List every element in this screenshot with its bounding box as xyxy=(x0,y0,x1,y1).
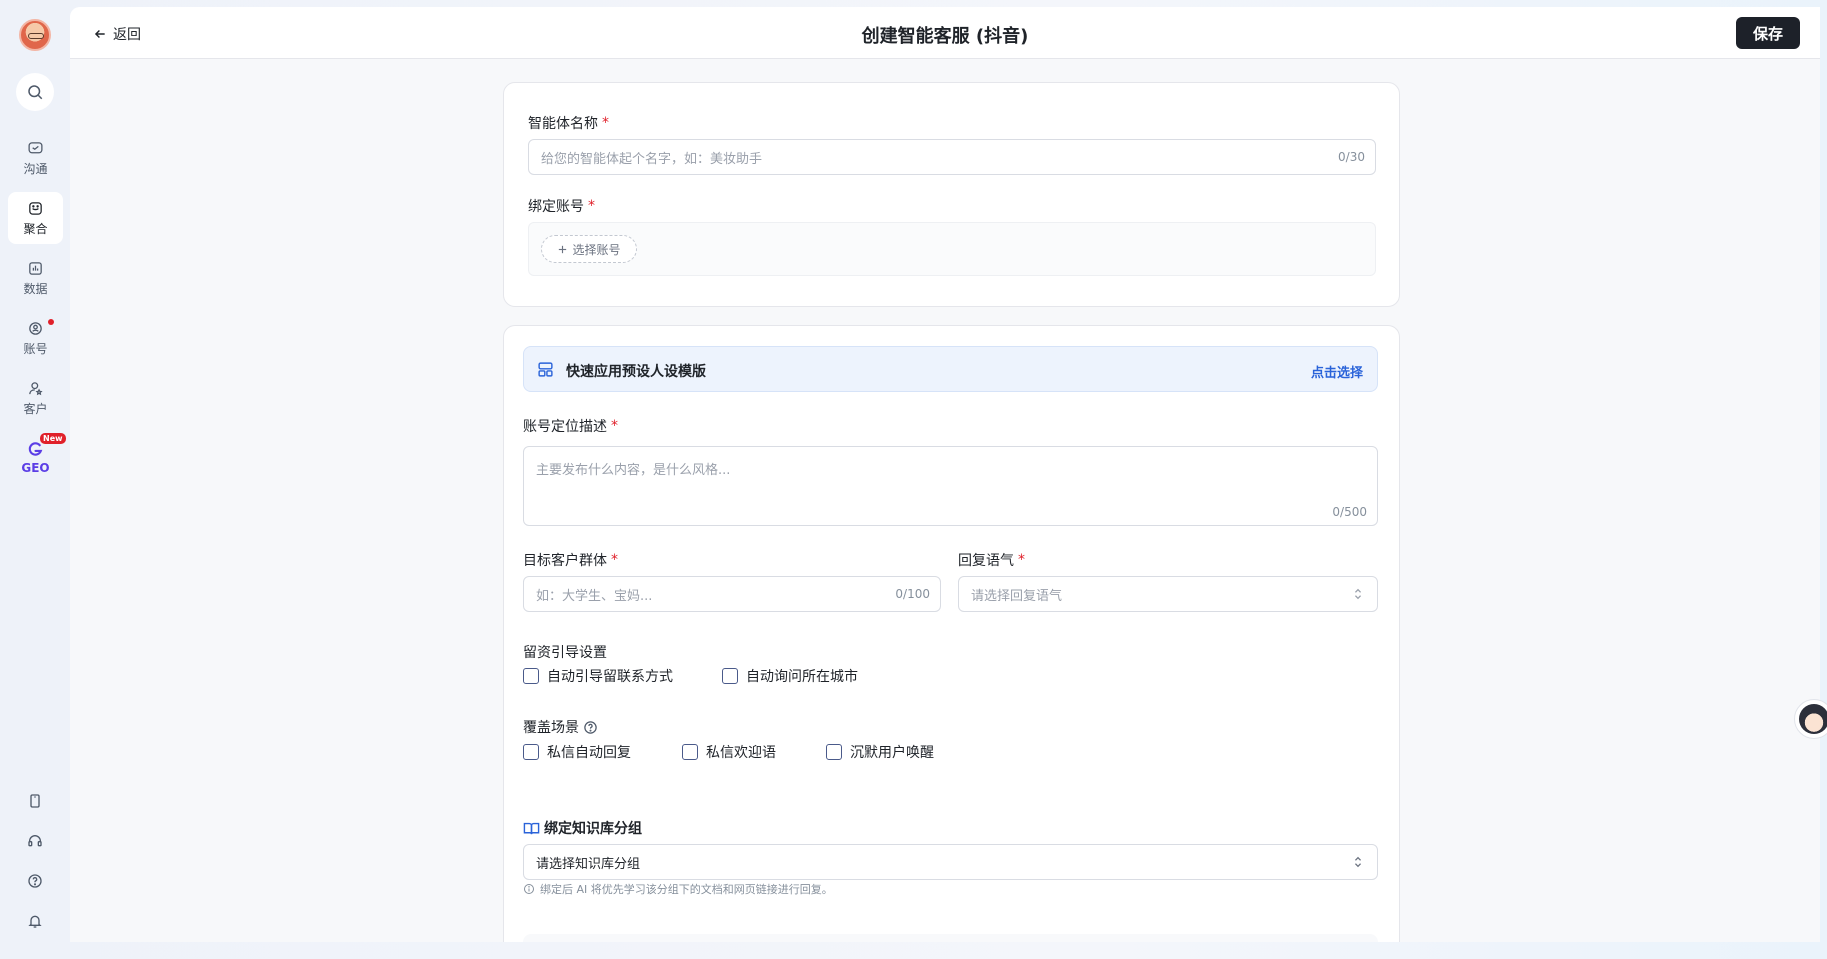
sidebar: 沟通 聚合 数据 账号 客户 New GEO xyxy=(0,0,70,959)
checkbox[interactable] xyxy=(826,744,842,760)
book-open-icon xyxy=(523,822,540,834)
bell-icon xyxy=(28,915,42,928)
sidebar-item-account[interactable]: 账号 xyxy=(8,312,63,364)
new-badge: New xyxy=(40,433,66,444)
sidebar-item-customer[interactable]: 客户 xyxy=(8,372,63,424)
checkbox[interactable] xyxy=(523,744,539,760)
user-avatar[interactable] xyxy=(19,19,51,51)
customer-icon xyxy=(29,381,43,395)
account-icon xyxy=(29,321,42,335)
persona-card: 快速应用预设人设模版 点击选择 账号定位描述 * 主要发布什么内容，是什么风格..… xyxy=(503,325,1400,942)
scenes-label: 覆盖场景 xyxy=(523,717,598,737)
positioning-counter: 0/500 xyxy=(1332,505,1367,519)
layout-template-icon xyxy=(538,362,553,377)
sidebar-item-geo[interactable]: New GEO xyxy=(8,432,66,484)
service-button[interactable] xyxy=(23,829,47,853)
scene-option-dm-reply[interactable]: 私信自动回复 xyxy=(523,742,631,762)
save-button[interactable]: 保存 xyxy=(1736,17,1800,49)
knowledge-label: 绑定知识库分组 xyxy=(523,818,642,838)
lead-option-contact[interactable]: 自动引导留联系方式 xyxy=(523,666,673,686)
knowledge-select[interactable]: 请选择知识库分组 xyxy=(523,844,1378,880)
agent-name-input[interactable]: 给您的智能体起个名字，如：美妆助手 0/30 xyxy=(528,139,1376,175)
agent-name-label: 智能体名称 * xyxy=(528,115,609,132)
phone-button[interactable] xyxy=(23,789,47,813)
template-title: 快速应用预设人设模版 xyxy=(566,364,706,380)
geo-logo-icon xyxy=(28,442,43,456)
sidebar-item-chat[interactable]: 沟通 xyxy=(8,132,63,184)
checkbox[interactable] xyxy=(682,744,698,760)
lead-label: 留资引导设置 xyxy=(523,645,607,661)
chat-icon xyxy=(28,141,43,153)
chart-icon xyxy=(29,261,42,275)
target-group-input[interactable]: 如：大学生、宝妈... 0/100 xyxy=(523,576,941,612)
scene-option-welcome[interactable]: 私信欢迎语 xyxy=(682,742,776,762)
target-group-counter: 0/100 xyxy=(895,587,930,601)
help-button[interactable] xyxy=(23,869,47,893)
plus-icon xyxy=(559,245,567,253)
bind-account-label: 绑定账号 * xyxy=(528,198,595,215)
sidebar-item-aggregate[interactable]: 聚合 xyxy=(8,192,63,244)
lead-option-city[interactable]: 自动询问所在城市 xyxy=(722,666,858,686)
search-button[interactable] xyxy=(16,73,54,111)
chevron-up-down-icon xyxy=(1354,856,1362,868)
floating-assistant-button[interactable] xyxy=(1794,699,1827,739)
basic-info-card: 智能体名称 * 给您的智能体起个名字，如：美妆助手 0/30 绑定账号 * 选择账号 xyxy=(503,82,1400,307)
assistant-avatar xyxy=(1799,704,1827,734)
target-group-label: 目标客户群体 * xyxy=(523,552,618,569)
checkbox[interactable] xyxy=(722,668,738,684)
sidebar-item-label: GEO xyxy=(21,461,50,475)
chevron-up-down-icon xyxy=(1354,588,1362,600)
top-bar: 返回 创建智能客服 (抖音) 保存 xyxy=(70,7,1820,59)
account-box: 选择账号 xyxy=(528,222,1376,276)
positioning-textarea[interactable]: 主要发布什么内容，是什么风格... 0/500 xyxy=(523,446,1378,526)
phone-icon xyxy=(30,794,40,808)
knowledge-hint: 绑定后 AI 将优先学习该分组下的文档和网页链接进行回复。 xyxy=(523,881,833,897)
template-select-link[interactable]: 点击选择 xyxy=(1311,362,1363,381)
sidebar-item-label: 账号 xyxy=(23,341,48,356)
template-bar: 快速应用预设人设模版 点击选择 xyxy=(523,346,1378,392)
headset-icon xyxy=(28,835,42,847)
question-circle-icon[interactable] xyxy=(583,720,598,735)
sidebar-item-label: 沟通 xyxy=(23,161,48,176)
aggregate-icon xyxy=(29,201,42,215)
main-panel: 返回 创建智能客服 (抖音) 保存 智能体名称 * 给您的智能体起个名字，如：美妆… xyxy=(70,7,1820,942)
checkbox[interactable] xyxy=(523,668,539,684)
agent-name-counter: 0/30 xyxy=(1338,150,1365,164)
page-title: 创建智能客服 (抖音) xyxy=(861,26,1029,47)
scene-option-wakeup[interactable]: 沉默用户唤醒 xyxy=(826,742,934,762)
tone-select[interactable]: 请选择回复语气 xyxy=(958,576,1378,612)
notification-button[interactable] xyxy=(23,909,47,933)
positioning-label: 账号定位描述 * xyxy=(523,418,618,435)
next-section-stub xyxy=(523,934,1378,942)
sidebar-item-label: 聚合 xyxy=(23,221,48,236)
sidebar-item-label: 客户 xyxy=(23,401,48,416)
search-icon xyxy=(28,85,43,100)
notification-dot xyxy=(48,319,54,325)
choose-account-button[interactable]: 选择账号 xyxy=(541,235,637,263)
info-icon xyxy=(524,884,534,894)
sidebar-item-data[interactable]: 数据 xyxy=(8,252,63,304)
sidebar-item-label: 数据 xyxy=(23,281,48,296)
help-icon xyxy=(28,874,42,888)
tone-label: 回复语气 * xyxy=(958,552,1025,569)
